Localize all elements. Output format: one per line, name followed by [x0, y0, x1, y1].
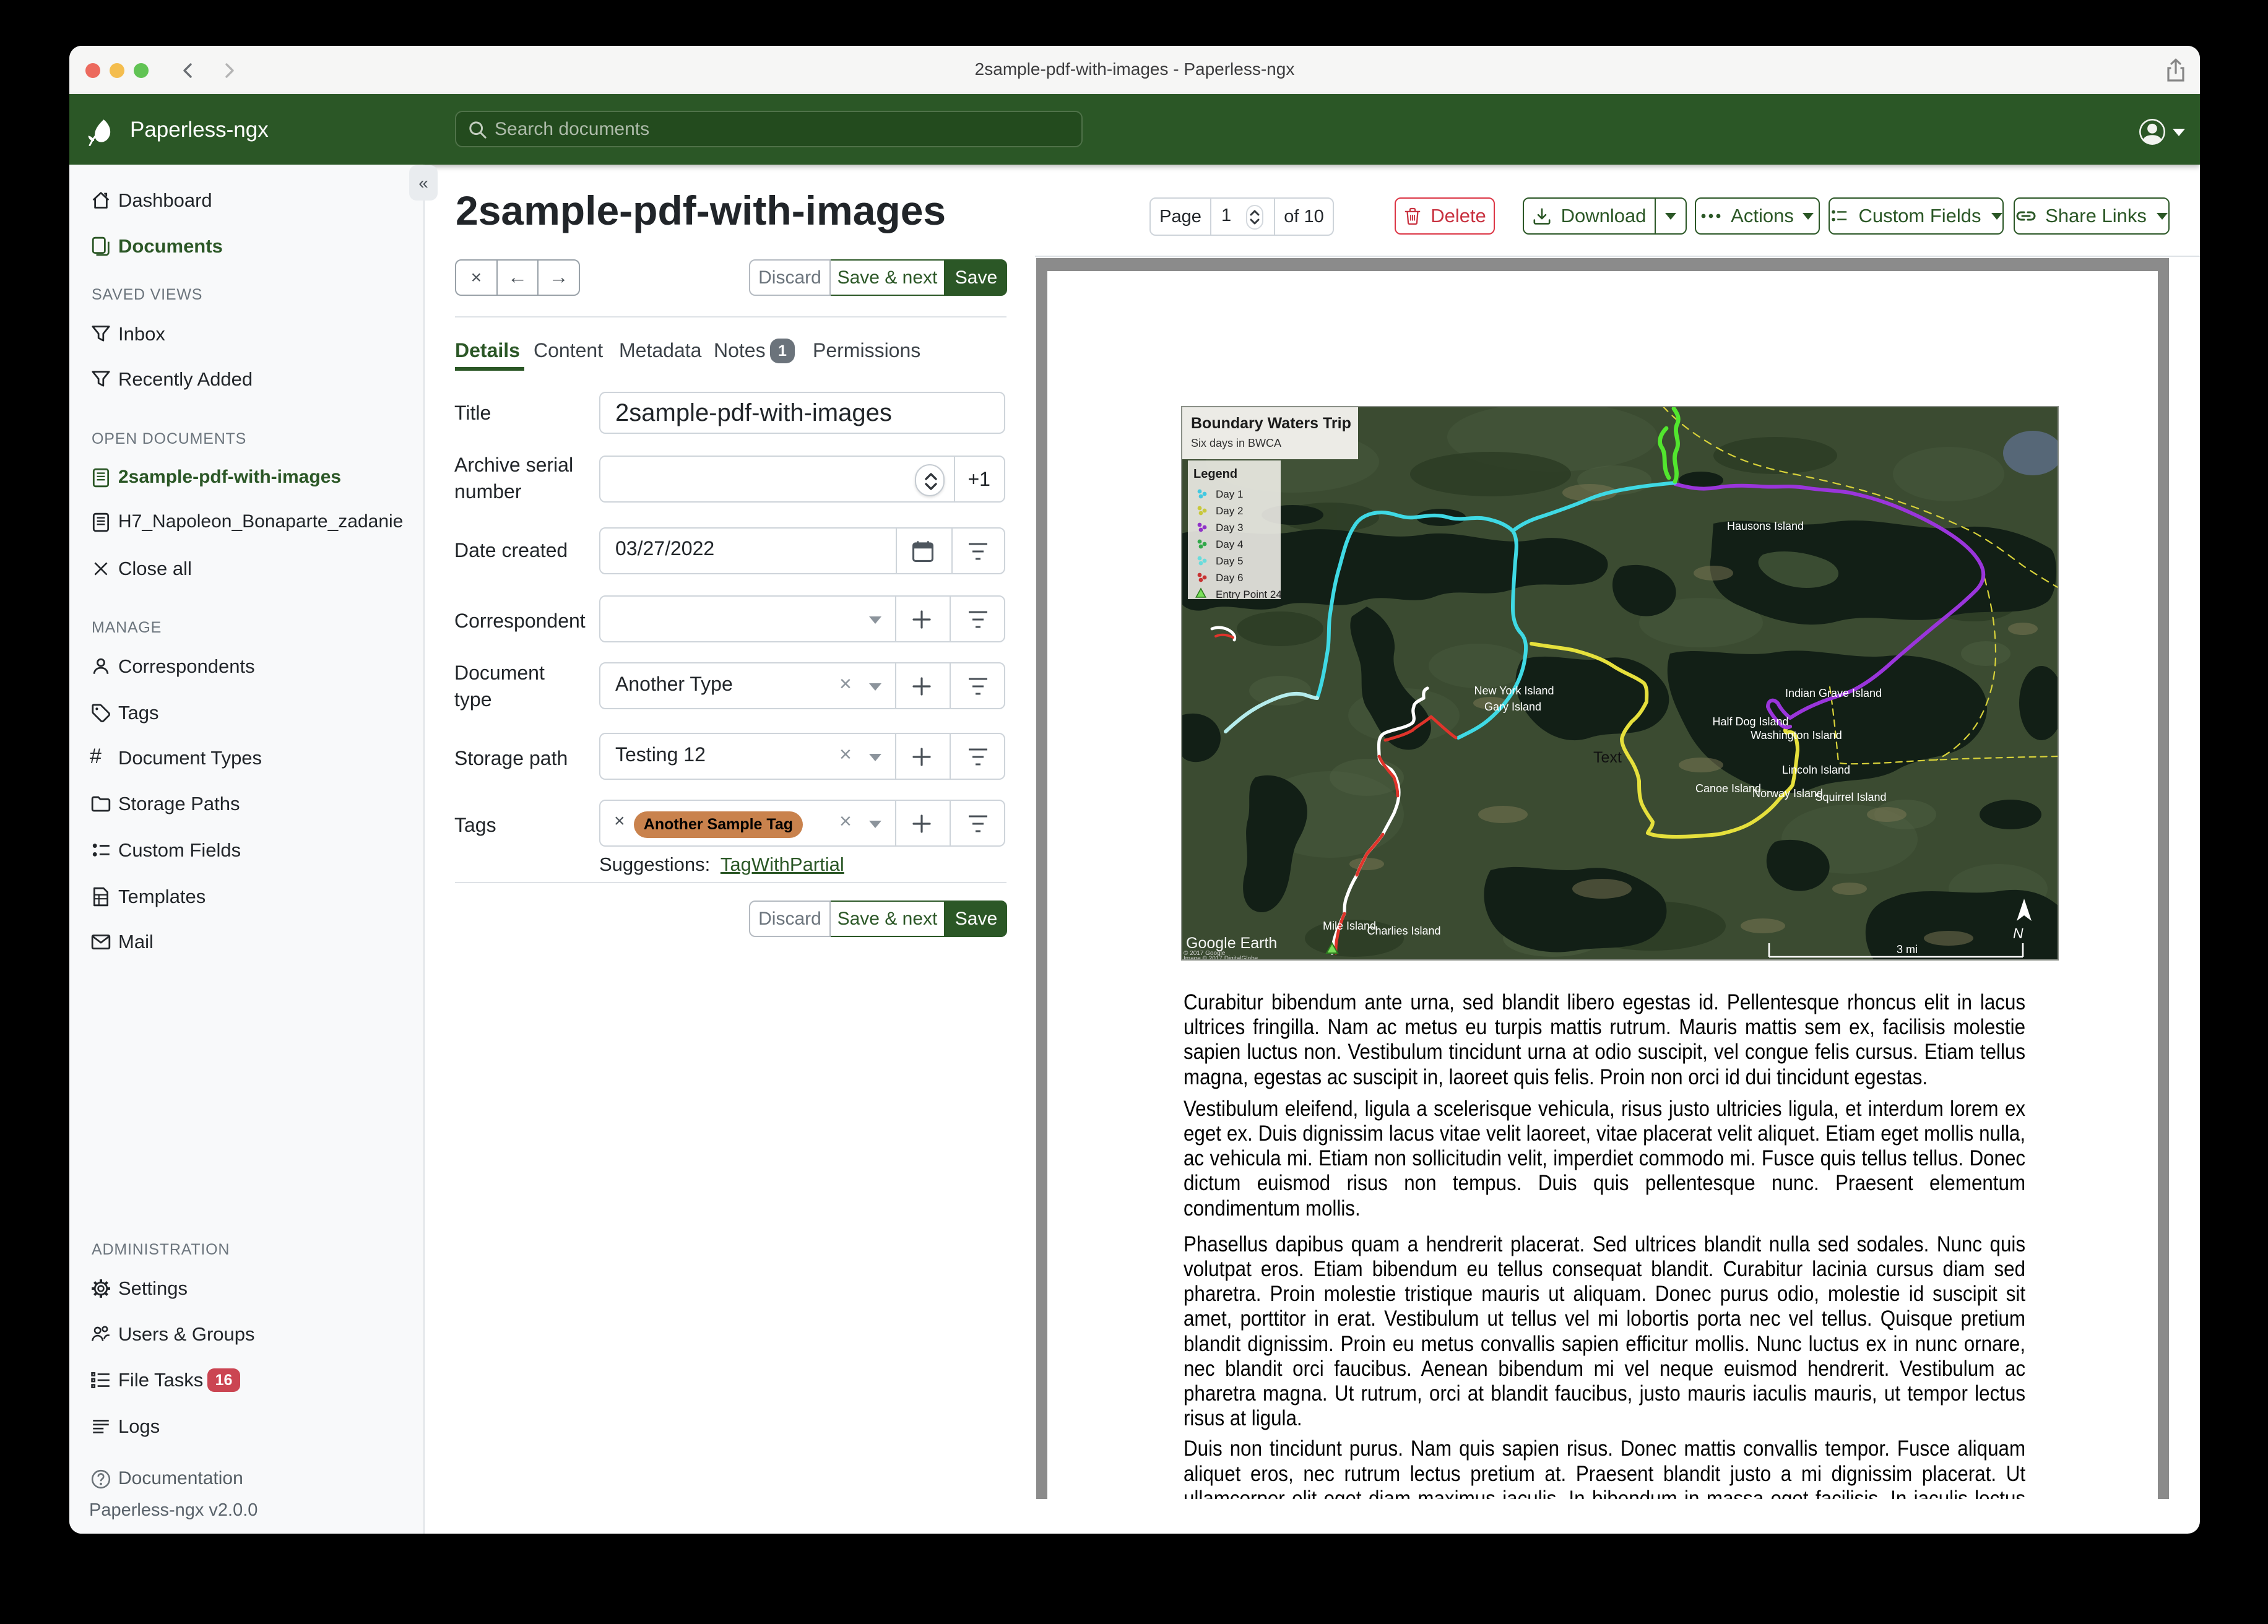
svg-text:Day 3: Day 3	[1216, 522, 1243, 533]
svg-text:Boundary Waters Trip: Boundary Waters Trip	[1191, 415, 1351, 432]
svg-text:Lincoln Island: Lincoln Island	[1782, 764, 1850, 776]
svg-text:Text: Text	[1593, 749, 1622, 766]
svg-text:Indian Grave Island: Indian Grave Island	[1785, 687, 1882, 699]
svg-text:3 mi: 3 mi	[1897, 943, 1918, 956]
svg-text:Washington Island: Washington Island	[1751, 729, 1842, 741]
svg-text:Entry Point 24: Entry Point 24	[1216, 589, 1282, 600]
svg-text:N: N	[2013, 925, 2023, 941]
svg-text:Legend: Legend	[1193, 467, 1237, 481]
svg-text:Day 5: Day 5	[1216, 555, 1243, 567]
svg-text:Google Earth: Google Earth	[1186, 935, 1277, 952]
svg-text:Charlies Island: Charlies Island	[1367, 925, 1440, 937]
svg-text:Norway Island: Norway Island	[1752, 787, 1823, 800]
svg-text:Day 1: Day 1	[1216, 488, 1243, 500]
svg-text:Half Dog Island: Half Dog Island	[1712, 715, 1788, 728]
svg-text:Day 4: Day 4	[1216, 538, 1243, 550]
svg-text:Hausons Island: Hausons Island	[1727, 520, 1804, 532]
svg-text:Canoe Island: Canoe Island	[1695, 782, 1761, 795]
svg-text:New York Island: New York Island	[1474, 685, 1554, 697]
svg-text:Day 6: Day 6	[1216, 572, 1243, 584]
svg-text:Six days in BWCA: Six days in BWCA	[1191, 437, 1281, 449]
svg-text:Day 2: Day 2	[1216, 505, 1243, 517]
svg-text:Gary Island: Gary Island	[1484, 701, 1541, 713]
svg-text:Squirrel Island: Squirrel Island	[1815, 791, 1886, 803]
